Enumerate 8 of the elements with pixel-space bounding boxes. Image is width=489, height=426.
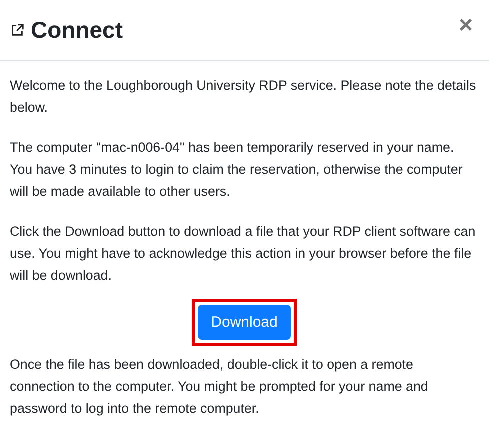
external-link-icon (10, 22, 25, 38)
download-button[interactable]: Download (198, 305, 291, 340)
dialog-title: Connect (31, 16, 124, 44)
paragraph: Click the Download button to download a file that your RDP client software can use. You might have to acknowledge this action in your browser before the file will be download. (10, 223, 477, 285)
close-button[interactable]: × (454, 12, 477, 40)
paragraph: The computer "mac-n006-04" has been temporarily reserved in your name. You have 3 minutes to login to claim the reservation, otherwise the computer will be made available to other users. (10, 139, 464, 201)
paragraph: Welcome to the Loughborough University RDP service. Please note the details below. (10, 77, 478, 117)
paragraph: Once the file has been downloaded, double-click it to open a remote connection to the computer. You might be prompted for your name and password to log into the remote computer. (10, 356, 430, 418)
